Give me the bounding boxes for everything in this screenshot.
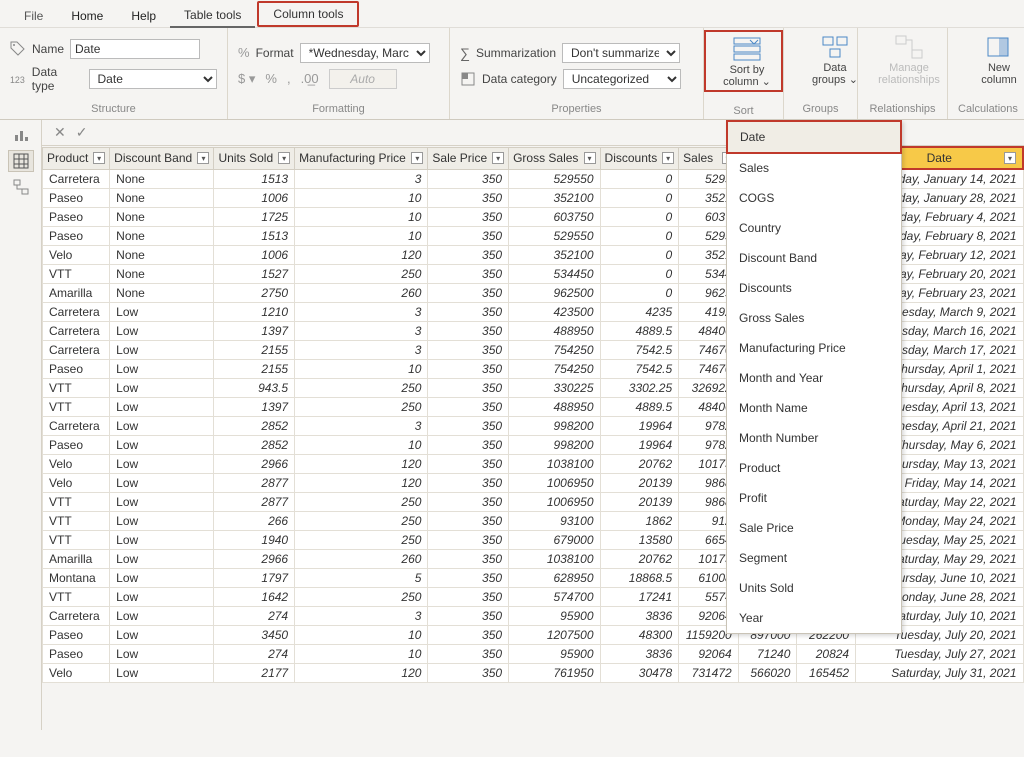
group-properties-label: Properties [460,103,693,115]
view-switcher [0,120,42,730]
dropdown-item[interactable]: Discount Band [727,243,901,273]
datacategory-label: Data category [482,72,557,86]
category-icon [460,71,476,87]
filter-dropdown-icon[interactable]: ▾ [1004,152,1016,164]
chevron-down-icon: ⌄ [849,74,858,86]
format-select[interactable]: *Wednesday, Marc… [300,43,430,63]
filter-dropdown-icon[interactable]: ▾ [492,152,504,164]
table-row[interactable]: PaseoLow27410350959003836920647124020824… [43,645,1024,664]
comma-icon[interactable]: , [287,71,291,86]
menu-table-tools[interactable]: Table tools [170,4,255,28]
dropdown-item[interactable]: Month and Year [727,363,901,393]
dropdown-item[interactable]: Segment [727,543,901,573]
new-column-button[interactable]: Newcolumn [958,32,1024,86]
sort-by-column-dropdown[interactable]: DateSalesCOGSCountryDiscount BandDiscoun… [726,120,902,634]
table-row[interactable]: VeloLow217712035076195030478731472566020… [43,664,1024,683]
name-input[interactable] [70,39,200,59]
column-header[interactable]: Gross Sales▾ [509,147,600,169]
decimal-icon[interactable]: .0̲0 [301,71,319,86]
commit-formula-icon[interactable]: ✓ [76,124,88,141]
percent-icon[interactable]: % [265,71,277,86]
column-header[interactable]: Discounts▾ [600,147,679,169]
dropdown-item[interactable]: Profit [727,483,901,513]
column-header[interactable]: Units Sold▾ [214,147,295,169]
report-view-icon[interactable] [8,124,34,146]
filter-dropdown-icon[interactable]: ▾ [584,152,596,164]
summarization-sigma-icon: ∑ [460,45,470,61]
filter-dropdown-icon[interactable]: ▾ [93,152,105,164]
group-sort-label: Sort [704,105,783,117]
group-relationships-label: Relationships [868,103,937,115]
tag-icon [10,41,26,57]
menu-home[interactable]: Home [57,5,117,27]
sort-by-column-button[interactable]: Sort bycolumn ⌄ [706,34,788,88]
svg-text:123: 123 [10,74,25,84]
datatype-label: Data type [32,65,83,93]
format-label: Format [256,46,294,60]
column-header[interactable]: Manufacturing Price▾ [295,147,428,169]
menubar: File Home Help Table tools Column tools [0,0,1024,28]
filter-dropdown-icon[interactable]: ▾ [411,152,423,164]
dropdown-item[interactable]: Gross Sales [727,303,901,333]
dropdown-item[interactable]: Sale Price [727,513,901,543]
ribbon: Name 123 Data type Date Structure % Form… [0,28,1024,120]
dropdown-item[interactable]: Year [727,603,901,633]
model-view-icon[interactable] [8,176,34,198]
dropdown-item[interactable]: Product [727,453,901,483]
menu-file[interactable]: File [10,5,57,27]
group-groups-label: Groups [794,103,847,115]
manage-relationships-button[interactable]: Managerelationships [868,32,950,86]
format-icon: % [238,45,250,60]
dropdown-item[interactable]: Month Number [727,423,901,453]
name-label: Name [32,42,64,56]
group-calculations-label: Calculations [958,103,1014,115]
datatype-icon: 123 [10,71,26,87]
dropdown-item[interactable]: Month Name [727,393,901,423]
summarization-select[interactable]: Don't summarize [562,43,680,63]
filter-dropdown-icon[interactable]: ▾ [278,152,290,164]
filter-dropdown-icon[interactable]: ▾ [662,152,674,164]
dropdown-item[interactable]: Date [726,120,902,154]
column-header[interactable]: Sale Price▾ [428,147,509,169]
data-view-icon[interactable] [8,150,34,172]
dropdown-item[interactable]: Discounts [727,273,901,303]
column-header[interactable]: Product▾ [43,147,110,169]
currency-icon[interactable]: $ ▾ [238,71,255,87]
group-formatting-label: Formatting [238,103,439,115]
menu-column-tools[interactable]: Column tools [257,1,359,27]
auto-decimals[interactable]: Auto [329,69,397,89]
dropdown-item[interactable]: Sales [727,153,901,183]
summarization-label: Summarization [476,46,556,60]
dropdown-item[interactable]: Country [727,213,901,243]
chevron-down-icon: ⌄ [762,76,771,88]
group-structure-label: Structure [10,103,217,115]
cancel-formula-icon[interactable]: ✕ [54,124,66,141]
datacategory-select[interactable]: Uncategorized [563,69,681,89]
dropdown-item[interactable]: COGS [727,183,901,213]
datatype-select[interactable]: Date [89,69,217,89]
dropdown-item[interactable]: Manufacturing Price [727,333,901,363]
dropdown-item[interactable]: Units Sold [727,573,901,603]
filter-dropdown-icon[interactable]: ▾ [197,152,209,164]
menu-help[interactable]: Help [117,5,170,27]
column-header[interactable]: Discount Band▾ [110,147,214,169]
